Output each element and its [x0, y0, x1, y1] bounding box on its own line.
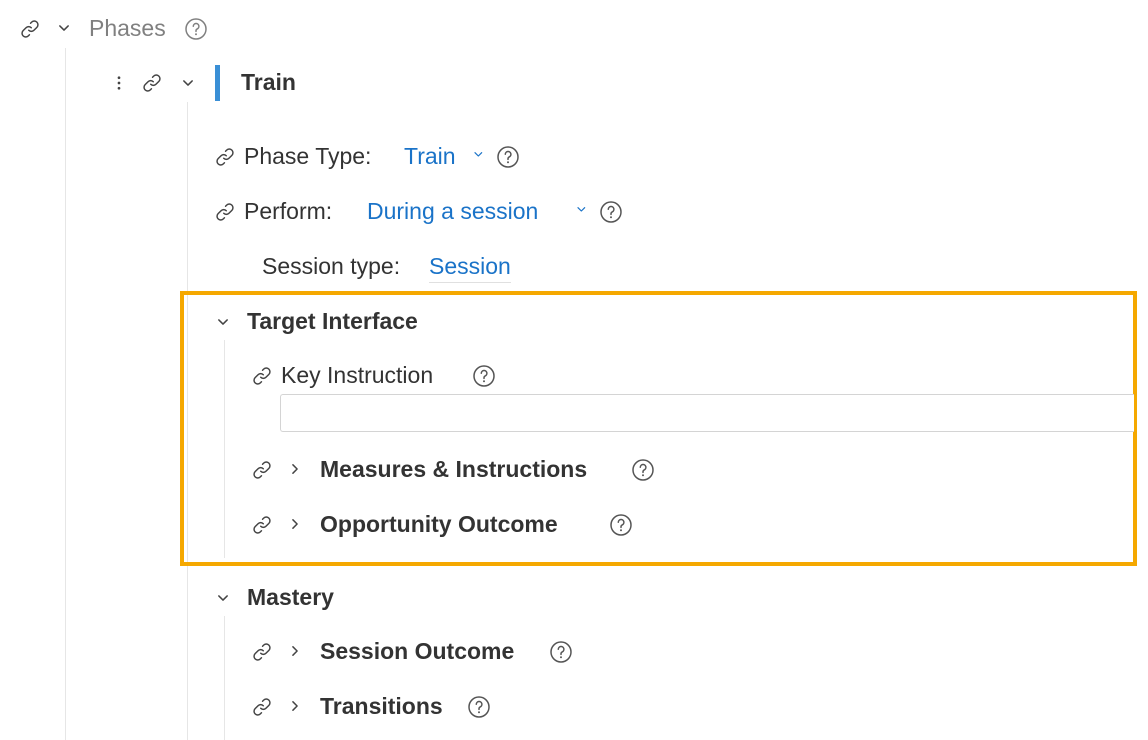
link-icon[interactable] — [251, 365, 273, 387]
link-icon[interactable] — [251, 514, 273, 536]
help-icon[interactable] — [549, 640, 573, 664]
phase-type-label: Phase Type: — [244, 143, 372, 169]
chevron-down-icon[interactable] — [178, 73, 198, 93]
chevron-right-icon[interactable] — [285, 696, 305, 716]
chevron-right-icon[interactable] — [285, 641, 305, 661]
chevron-down-icon[interactable] — [575, 203, 591, 219]
measures-instructions-label[interactable]: Measures & Instructions — [320, 458, 587, 481]
chevron-down-icon[interactable] — [213, 312, 233, 332]
link-icon[interactable] — [251, 459, 273, 481]
opportunity-outcome-label[interactable]: Opportunity Outcome — [320, 513, 558, 536]
link-icon[interactable] — [251, 696, 273, 718]
session-type-label: Session type: — [262, 253, 401, 279]
key-instruction-label: Key Instruction — [281, 362, 434, 388]
link-icon[interactable] — [251, 641, 273, 663]
help-icon[interactable] — [467, 695, 491, 719]
more-options-icon[interactable] — [110, 73, 128, 93]
mastery-title: Mastery — [247, 584, 334, 610]
transitions-label[interactable]: Transitions — [320, 695, 443, 718]
session-outcome-label[interactable]: Session Outcome — [320, 640, 514, 663]
link-icon[interactable] — [214, 201, 236, 223]
session-type-value[interactable]: Session — [429, 255, 511, 283]
chevron-down-icon[interactable] — [54, 18, 74, 38]
perform-dropdown[interactable]: During a session — [367, 200, 538, 223]
phases-tree-line — [65, 48, 66, 740]
link-icon[interactable] — [19, 18, 41, 40]
help-icon[interactable] — [599, 200, 623, 224]
help-icon[interactable] — [631, 458, 655, 482]
key-instruction-input[interactable] — [280, 394, 1134, 432]
phase-type-dropdown[interactable]: Train — [404, 145, 456, 168]
chevron-right-icon[interactable] — [285, 514, 305, 534]
perform-label: Perform: — [244, 198, 333, 224]
link-icon[interactable] — [214, 146, 236, 168]
help-icon[interactable] — [184, 17, 208, 41]
help-icon[interactable] — [472, 364, 496, 388]
phase-title: Train — [241, 69, 296, 95]
chevron-down-icon[interactable] — [213, 588, 233, 608]
help-icon[interactable] — [609, 513, 633, 537]
link-icon[interactable] — [141, 72, 163, 94]
target-interface-title: Target Interface — [247, 308, 418, 334]
help-icon[interactable] — [496, 145, 520, 169]
phase-accent-bar — [215, 65, 220, 101]
phases-label: Phases — [89, 15, 166, 41]
mastery-tree-line — [224, 616, 225, 740]
chevron-right-icon[interactable] — [285, 459, 305, 479]
chevron-down-icon[interactable] — [472, 148, 488, 164]
